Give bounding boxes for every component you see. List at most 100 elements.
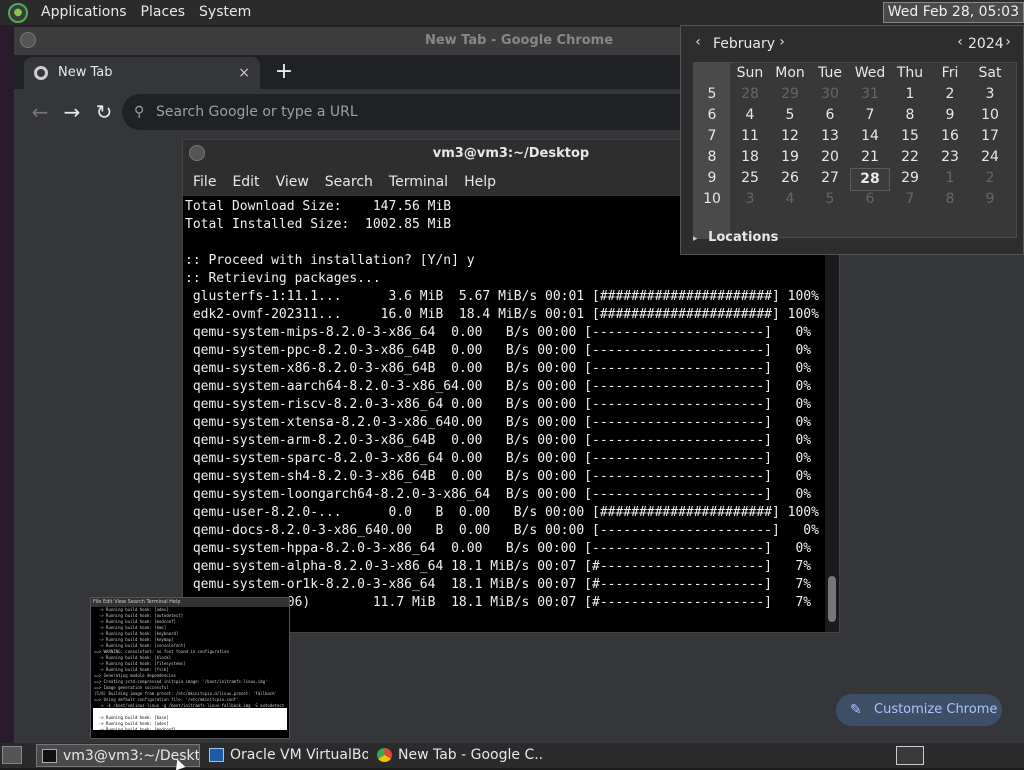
calendar-day[interactable]: 14 bbox=[850, 126, 890, 147]
distro-logo-icon[interactable]: ● bbox=[8, 2, 28, 23]
customize-chrome-button[interactable]: ✎ Customize Chrome bbox=[836, 694, 1002, 726]
calendar-day[interactable]: 6 bbox=[850, 189, 890, 210]
reload-icon[interactable]: ↻ bbox=[88, 96, 120, 128]
calendar-day[interactable]: 3 bbox=[970, 84, 1010, 105]
terminal-line: qemu-system-mips-8.2.0-3-x86_64 0.00 B/s… bbox=[185, 325, 812, 340]
calendar-day[interactable]: 29 bbox=[770, 84, 810, 105]
terminal-scrollbar[interactable] bbox=[825, 196, 839, 632]
menu-system[interactable]: System bbox=[192, 0, 258, 25]
calendar-day[interactable]: 20 bbox=[810, 147, 850, 168]
workspace-switcher[interactable] bbox=[896, 746, 924, 765]
preview-menubar: File Edit View Search Terminal Help bbox=[91, 598, 289, 607]
next-year-icon[interactable]: › bbox=[999, 34, 1017, 50]
calendar-day-today[interactable]: 28 bbox=[850, 168, 890, 191]
window-menu-icon[interactable] bbox=[189, 145, 205, 161]
locations-expander[interactable]: ▸ Locations bbox=[693, 230, 778, 245]
task-virtualbox[interactable]: Oracle VM VirtualBo... bbox=[204, 744, 368, 767]
calendar-day[interactable]: 5 bbox=[810, 189, 850, 210]
scrollbar-thumb[interactable] bbox=[828, 576, 836, 622]
calendar-day[interactable]: 12 bbox=[770, 126, 810, 147]
calendar-day[interactable]: 4 bbox=[730, 105, 770, 126]
calendar-day[interactable]: 9 bbox=[970, 189, 1010, 210]
task-label: Oracle VM VirtualBo... bbox=[230, 747, 368, 763]
calendar-day[interactable]: 19 bbox=[770, 147, 810, 168]
calendar-day[interactable]: 6 bbox=[810, 105, 850, 126]
week-number: 8 bbox=[707, 149, 717, 165]
menu-terminal[interactable]: Terminal bbox=[381, 174, 456, 190]
terminal-output[interactable]: Total Download Size: 147.56 MiB Total Ins… bbox=[183, 196, 825, 632]
calendar-day[interactable]: 8 bbox=[890, 105, 930, 126]
calendar-day[interactable]: 26 bbox=[770, 168, 810, 189]
tab-new-tab[interactable]: New Tab × bbox=[24, 57, 260, 89]
calendar-day[interactable]: 21 bbox=[850, 147, 890, 168]
calendar-day[interactable]: 18 bbox=[730, 147, 770, 168]
calendar-day[interactable]: 10 bbox=[970, 105, 1010, 126]
preview-line: -> Running build hook: [kms] bbox=[94, 733, 167, 738]
calendar-day[interactable]: 11 bbox=[730, 126, 770, 147]
window-menu-icon[interactable] bbox=[20, 32, 36, 48]
bottom-taskbar: vm3@vm3:~/Desktop Oracle VM VirtualBo...… bbox=[0, 743, 1024, 768]
terminal-line: qemu-system-alpha-8.2.0-3-x86_64 18.1 Mi… bbox=[185, 559, 812, 574]
calendar-day[interactable]: 28 bbox=[730, 84, 770, 105]
calendar-day[interactable]: 7 bbox=[850, 105, 890, 126]
calendar-day[interactable]: 22 bbox=[890, 147, 930, 168]
calendar-day[interactable]: 7 bbox=[890, 189, 930, 210]
calendar-day[interactable]: 30 bbox=[810, 84, 850, 105]
clock[interactable]: Wed Feb 28, 05:03 bbox=[882, 2, 1024, 23]
calendar-week-row: 9 25 26 27 28 29 1 2 bbox=[694, 168, 1018, 191]
tab-close-icon[interactable]: × bbox=[238, 57, 250, 89]
forward-arrow-icon[interactable]: → bbox=[56, 96, 88, 128]
terminal-line: qemu-system-hppa-8.2.0-3-x86_64 0.00 B/s… bbox=[185, 541, 812, 556]
calendar-day[interactable]: 4 bbox=[770, 189, 810, 210]
calendar-day[interactable]: 27 bbox=[810, 168, 850, 189]
window-preview-thumbnail[interactable]: File Edit View Search Terminal Help -> R… bbox=[90, 597, 290, 739]
back-arrow-icon[interactable]: ← bbox=[24, 96, 56, 128]
calendar-day[interactable]: 17 bbox=[970, 126, 1010, 147]
calendar-day[interactable]: 16 bbox=[930, 126, 970, 147]
menu-search[interactable]: Search bbox=[317, 174, 381, 190]
calendar-day[interactable]: 15 bbox=[890, 126, 930, 147]
terminal-line: qemu-user-8.2.0-... 0.0 B 0.00 B/s 00:00… bbox=[185, 505, 819, 520]
calendar-day[interactable]: 31 bbox=[850, 84, 890, 105]
prev-year-icon[interactable]: ‹ bbox=[951, 34, 969, 50]
menu-edit[interactable]: Edit bbox=[224, 174, 267, 190]
virtualbox-icon bbox=[209, 748, 224, 762]
calendar-day[interactable]: 24 bbox=[970, 147, 1010, 168]
calendar-header: ‹ February › ‹ 2024 › bbox=[681, 26, 1023, 60]
calendar-day[interactable]: 13 bbox=[810, 126, 850, 147]
weekday-label: Sat bbox=[978, 65, 1002, 81]
menu-places[interactable]: Places bbox=[134, 0, 193, 25]
week-number: 7 bbox=[707, 128, 717, 144]
calendar-day[interactable]: 2 bbox=[930, 84, 970, 105]
weekday-label: Thu bbox=[896, 65, 924, 81]
terminal-icon bbox=[42, 749, 57, 763]
terminal-line: qemu-system-sh4-8.2.0-3-x86_64B 0.00 B/s… bbox=[185, 469, 812, 484]
terminal-line: qemu-docs-8.2.0-3-x86_640.00 B 0.00 B/s … bbox=[185, 523, 819, 538]
terminal-line: qemu-system-aarch64-8.2.0-3-x86_64.00 B/… bbox=[185, 379, 812, 394]
calendar-day[interactable]: 3 bbox=[730, 189, 770, 210]
calendar-month: February bbox=[713, 36, 776, 52]
task-chrome[interactable]: New Tab - Google C... bbox=[372, 744, 542, 767]
weekday-label: Sun bbox=[736, 65, 764, 81]
calendar-day[interactable]: 25 bbox=[730, 168, 770, 189]
calendar-day[interactable]: 1 bbox=[930, 168, 970, 189]
calendar-week-row: 7 11 12 13 14 15 16 17 bbox=[694, 126, 1018, 147]
menu-view[interactable]: View bbox=[268, 174, 317, 190]
calendar-day[interactable]: 1 bbox=[890, 84, 930, 105]
menu-file[interactable]: File bbox=[185, 174, 224, 190]
calendar-day[interactable]: 29 bbox=[890, 168, 930, 189]
show-desktop-button[interactable] bbox=[2, 746, 22, 764]
calendar-day[interactable]: 9 bbox=[930, 105, 970, 126]
weekday-label: Wed bbox=[854, 65, 886, 81]
menu-help[interactable]: Help bbox=[456, 174, 504, 190]
weekday-label: Fri bbox=[941, 65, 959, 81]
calendar-day[interactable]: 23 bbox=[930, 147, 970, 168]
calendar-day[interactable]: 2 bbox=[970, 168, 1010, 189]
menu-applications[interactable]: Applications bbox=[34, 0, 134, 25]
calendar-day[interactable]: 5 bbox=[770, 105, 810, 126]
search-icon: ⚲ bbox=[134, 104, 145, 120]
next-month-icon[interactable]: › bbox=[773, 34, 791, 50]
calendar-day[interactable]: 8 bbox=[930, 189, 970, 210]
prev-month-icon[interactable]: ‹ bbox=[689, 34, 707, 50]
new-tab-button[interactable]: + bbox=[272, 57, 296, 87]
